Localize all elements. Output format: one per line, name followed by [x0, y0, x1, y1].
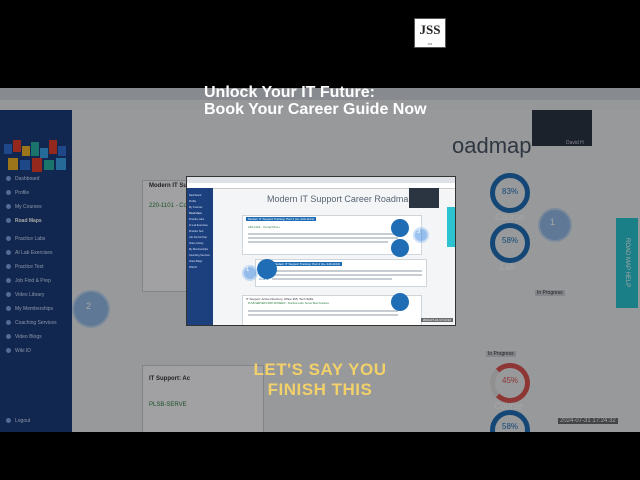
headline-line-1: Unlock Your IT Future: — [204, 84, 375, 101]
fg-text-line — [272, 270, 422, 272]
fg-card-2-heading: Modern IT Support Training: Part 2 (A+ 2… — [272, 262, 343, 266]
fg-progress-ring — [257, 259, 277, 279]
caption-line-2: FINISH THIS — [267, 380, 373, 399]
fg-sidebar-item-coaching[interactable]: Coaching Services — [189, 254, 210, 257]
fg-page-title: Modern IT Support Career Roadmap — [267, 194, 414, 204]
fg-sidebar-item-roadmaps[interactable]: Road Maps — [189, 212, 202, 215]
fg-progress-ring — [391, 219, 409, 237]
fg-text-line — [248, 314, 398, 316]
fg-card-1-item[interactable]: 220-1101 - CompTIA A+ — [248, 225, 280, 229]
fg-sidebar-item-memberships[interactable]: My Memberships — [189, 248, 208, 251]
fg-text-line — [272, 278, 392, 280]
fg-sidebar-item-profile[interactable]: Profile — [189, 200, 196, 203]
fg-sidebar-item-practice-test[interactable]: Practice Test — [189, 230, 203, 233]
channel-logo: JSS JSS — [414, 18, 446, 48]
fg-sidebar-item-video-library[interactable]: Video Library — [189, 242, 204, 245]
foreground-screen: Dashboard Profile My Courses Road Maps P… — [186, 176, 456, 326]
fg-card-1-heading: Modern IT Support Training: Part 1 (A+ 2… — [246, 217, 317, 221]
fg-card-2: Modern IT Support Training: Part 2 (A+ 2… — [255, 259, 427, 287]
fg-sidebar-item-courses[interactable]: My Courses — [189, 206, 202, 209]
fg-text-line — [248, 241, 388, 243]
fg-progress-ring — [391, 239, 409, 257]
caption-line-1: LET'S SAY YOU — [253, 360, 387, 379]
fg-progress-ring — [391, 293, 409, 311]
fg-timestamp: 2024-07-31 17:24:32 — [421, 318, 453, 322]
fg-sidebar-item-wiki[interactable]: Wiki ID — [189, 266, 197, 269]
fg-step-number: 3 — [417, 229, 421, 235]
fg-card-3-item[interactable]: PLSB-SERVER-FRSH-WINSERV - Practical Lab… — [248, 302, 329, 305]
fg-sidebar-item-ai-lab[interactable]: AI Lab Exercises — [189, 224, 208, 227]
fg-sidebar-item-practice-labs[interactable]: Practice Labs — [189, 218, 204, 221]
fg-text-line — [272, 274, 422, 276]
fg-ring-label: Course — [259, 277, 269, 281]
fg-text-line — [248, 233, 398, 235]
logo-text: JSS — [419, 22, 441, 37]
fg-text-line — [248, 237, 398, 239]
fg-sidebar: Dashboard Profile My Courses Road Maps P… — [187, 188, 213, 325]
headline-line-2: Book Your Career Guide Now — [204, 101, 427, 118]
fg-card-3-heading: IT Support: Active Directory, Office 365… — [246, 297, 314, 301]
fg-roadmap-help-tab[interactable] — [447, 207, 455, 247]
logo-subtext: JSS — [427, 42, 433, 46]
fg-webcam — [409, 188, 439, 208]
video-caption: LET'S SAY YOU FINISH THIS — [200, 360, 440, 400]
video-headline: Unlock Your IT Future: Book Your Career … — [204, 84, 454, 118]
fg-sidebar-item-job-find[interactable]: Job Find & Prep — [189, 236, 207, 239]
fg-text-line — [248, 310, 398, 312]
fg-sidebar-item-video-blogs[interactable]: Video Blogs — [189, 260, 202, 263]
fg-step-bubble — [413, 227, 429, 243]
fg-sidebar-item-dashboard[interactable]: Dashboard — [189, 194, 201, 197]
fg-step-number: 1 — [246, 267, 250, 273]
fg-step-bubble — [242, 265, 258, 281]
